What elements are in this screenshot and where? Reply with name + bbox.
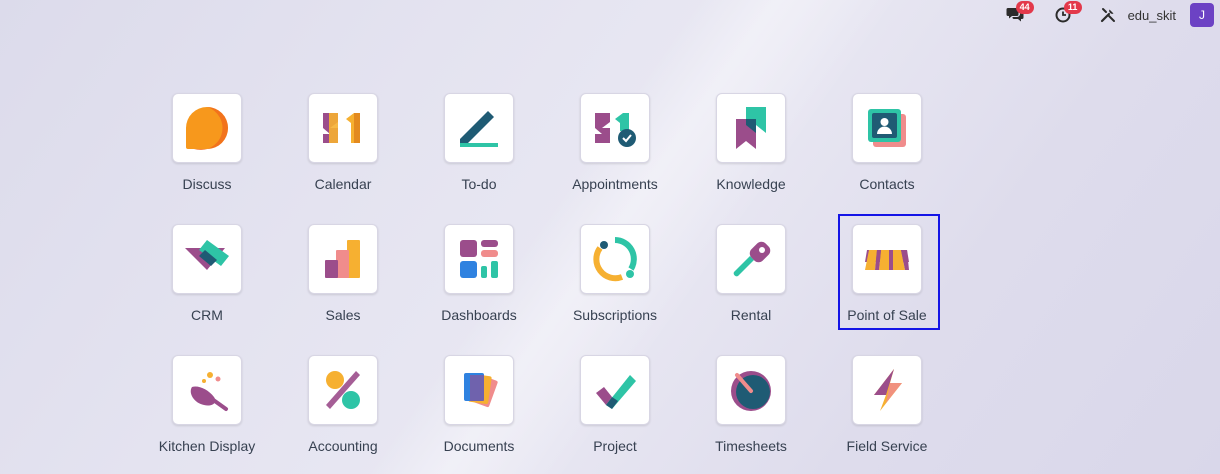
app-label: Documents: [443, 438, 515, 454]
avatar[interactable]: J: [1190, 3, 1214, 27]
app-label: Appointments: [572, 176, 658, 192]
app-label: Sales: [325, 307, 361, 323]
app-label: Contacts: [859, 176, 915, 192]
app-appointments[interactable]: Appointments: [555, 93, 675, 203]
todo-icon: [460, 111, 498, 147]
app-label: Knowledge: [716, 176, 786, 192]
app-accounting[interactable]: Accounting: [283, 355, 403, 465]
app-label: Timesheets: [715, 438, 787, 454]
activities-count-badge: 11: [1063, 1, 1082, 14]
debug-tools-button[interactable]: [1098, 0, 1118, 30]
timesheets-icon: [731, 371, 771, 411]
app-label: Subscriptions: [572, 307, 658, 323]
app-label: Rental: [730, 307, 772, 323]
sales-icon: [325, 240, 360, 278]
app-sales[interactable]: Sales: [283, 224, 403, 334]
accounting-icon: [326, 371, 360, 409]
app-contacts[interactable]: Contacts: [827, 93, 947, 203]
point-of-sale-icon: [865, 250, 909, 270]
app-documents[interactable]: Documents: [419, 355, 539, 465]
app-kitchen-display[interactable]: Kitchen Display: [147, 355, 267, 465]
top-bar: 44 11 edu_skit J: [1004, 0, 1220, 30]
app-todo[interactable]: To-do: [419, 93, 539, 203]
app-label: To-do: [461, 176, 497, 192]
user-name[interactable]: edu_skit: [1128, 8, 1176, 23]
app-label: CRM: [191, 307, 223, 323]
messages-count-badge: 44: [1015, 1, 1034, 14]
app-rental[interactable]: Rental: [691, 224, 811, 334]
app-calendar[interactable]: Calendar: [283, 93, 403, 203]
app-field-service[interactable]: Field Service: [827, 355, 947, 465]
messages-button[interactable]: 44: [1004, 0, 1034, 30]
app-label: Dashboards: [441, 307, 517, 323]
crm-icon: [185, 240, 229, 270]
app-label: Kitchen Display: [158, 438, 256, 454]
app-point-of-sale[interactable]: Point of Sale: [827, 224, 947, 334]
appointments-icon: [595, 113, 636, 147]
app-project[interactable]: Project: [555, 355, 675, 465]
contacts-icon: [868, 109, 906, 147]
app-label: Field Service: [846, 438, 928, 454]
app-knowledge[interactable]: Knowledge: [691, 93, 811, 203]
app-dashboards[interactable]: Dashboards: [419, 224, 539, 334]
documents-icon: [464, 373, 498, 408]
app-label: Accounting: [308, 438, 378, 454]
app-crm[interactable]: CRM: [147, 224, 267, 334]
app-label: Discuss: [182, 176, 232, 192]
rental-icon: [733, 241, 771, 277]
kitchen-display-icon: [190, 372, 228, 411]
app-timesheets[interactable]: Timesheets: [691, 355, 811, 465]
knowledge-icon: [736, 107, 766, 149]
tools-icon: [1100, 8, 1115, 23]
activities-button[interactable]: 11: [1052, 0, 1082, 30]
app-label: Calendar: [314, 176, 372, 192]
field-service-icon: [874, 369, 902, 411]
app-label: Project: [593, 438, 637, 454]
app-subscriptions[interactable]: Subscriptions: [555, 224, 675, 334]
app-label: Point of Sale: [847, 307, 927, 323]
project-icon: [596, 375, 636, 409]
dashboards-icon: [460, 240, 498, 278]
discuss-icon: [186, 107, 228, 150]
subscriptions-icon: [593, 237, 637, 282]
app-discuss[interactable]: Discuss: [147, 93, 267, 203]
calendar-icon: [323, 113, 360, 143]
